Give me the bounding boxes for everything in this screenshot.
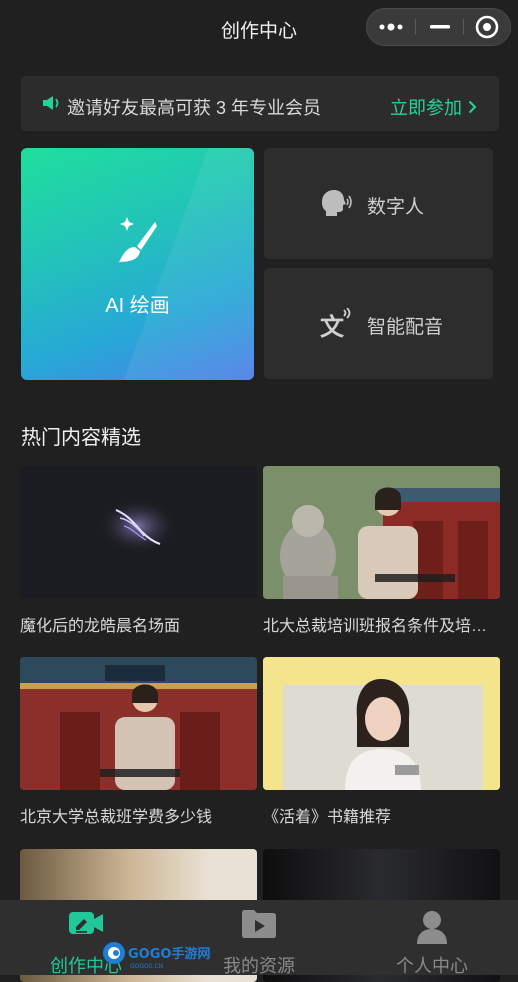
folder-play-icon — [242, 910, 276, 938]
ai-paint-label: AI 绘画 — [105, 295, 170, 317]
content-thumbnail — [20, 466, 257, 599]
close-button[interactable] — [464, 9, 510, 45]
content-thumbnail — [263, 657, 500, 790]
svg-text:文: 文 — [320, 313, 345, 338]
content-caption: 北大总裁培训班报名条件及培训费用 — [263, 618, 500, 635]
mini-program-capsule — [366, 8, 511, 46]
minus-icon — [429, 25, 450, 29]
pen-camera-icon — [69, 912, 103, 934]
text-voice-icon: 文 — [320, 308, 351, 338]
speaker-icon — [43, 96, 59, 110]
peking-gate-presenter-image — [20, 657, 257, 790]
svg-text:GOGO0.CN: GOGO0.CN — [130, 963, 163, 970]
more-dots-icon — [379, 23, 403, 31]
dragon-glow-image — [98, 498, 178, 554]
site-watermark: GOGO手游网 GOGO0.CN — [100, 938, 210, 972]
join-now-label: 立即参加 — [390, 98, 462, 118]
join-now-link[interactable]: 立即参加 — [390, 94, 477, 120]
campus-gate-presenter-image — [263, 466, 500, 599]
watermark-logo: GOGO手游网 GOGO0.CN — [103, 942, 210, 970]
title-bar: 创作中心 — [0, 0, 518, 56]
paint-brush-icon — [119, 217, 157, 262]
talking-head-icon — [322, 190, 352, 216]
bottom-tab-bar: 创作中心 我的资源 个人中心 — [0, 900, 518, 976]
content-caption: 北京大学总裁班学费多少钱 — [20, 809, 213, 826]
content-thumbnail — [263, 466, 500, 599]
digital-human-label: 数字人 — [367, 197, 425, 218]
minimize-button[interactable] — [416, 9, 463, 45]
target-icon — [475, 15, 499, 39]
digital-human-card[interactable]: 数字人 — [264, 148, 493, 259]
content-thumbnail — [20, 657, 257, 790]
smart-voice-label: 智能配音 — [367, 317, 444, 338]
svg-text:GOGO手游网: GOGO手游网 — [128, 946, 210, 962]
book-presenter-image — [263, 657, 500, 790]
invite-banner[interactable]: 邀请好友最高可获 3 年专业会员 立即参加 — [21, 76, 499, 131]
content-caption: 魔化后的龙皓晨名场面 — [20, 618, 181, 635]
smart-voice-card[interactable]: 文 智能配音 — [264, 268, 493, 379]
more-button[interactable] — [367, 9, 415, 45]
chevron-right-icon — [468, 100, 477, 114]
tab-label: 个人中心 — [396, 956, 468, 976]
content-caption: 《活着》书籍推荐 — [263, 809, 392, 826]
section-title: 热门内容精选 — [21, 427, 141, 449]
ai-paint-card[interactable]: AI 绘画 — [21, 148, 254, 380]
person-icon — [417, 911, 447, 944]
banner-text: 邀请好友最高可获 3 年专业会员 — [67, 98, 322, 118]
tab-personal-center[interactable]: 个人中心 — [346, 900, 518, 976]
